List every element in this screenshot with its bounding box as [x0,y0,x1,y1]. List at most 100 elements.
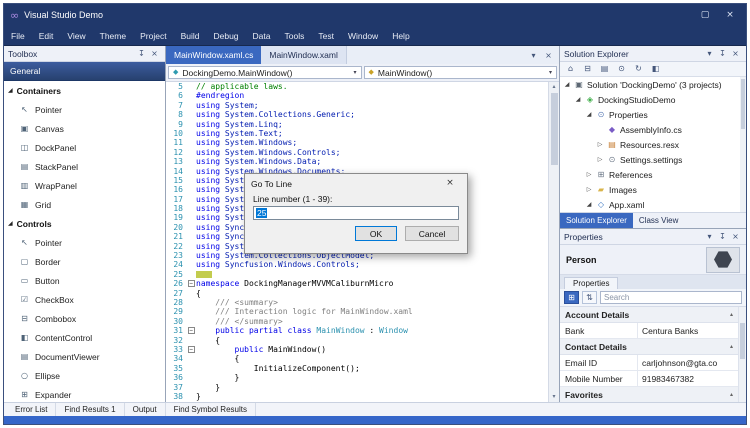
fold-collapse-icon[interactable]: − [188,280,195,287]
bottom-tab-find-symbol-results[interactable]: Find Symbol Results [166,403,256,416]
toolbox-item-button[interactable]: ▭Button [4,271,165,290]
tree-item-properties[interactable]: ◢⊙Properties [560,107,746,122]
toolbox-item-pointer[interactable]: ↖Pointer [4,100,165,119]
toolbox-group-controls[interactable]: ◢Controls [4,214,165,233]
property-section-favorites[interactable]: Favorites▴ [560,387,738,402]
property-section-account-details[interactable]: Account Details▴ [560,307,738,323]
tree-scrollbar[interactable] [740,77,746,212]
property-row-bank[interactable]: BankCentura Banks [560,323,738,339]
member-dropdown[interactable]: ◆ MainWindow() ▾ [364,66,558,79]
toolbox-item-combobox[interactable]: ⊟Combobox [4,309,165,328]
section-collapse-icon[interactable]: ▴ [730,392,733,398]
line-number-input[interactable]: 25 [253,206,459,220]
tree-item-app-xaml[interactable]: ◢◇App.xaml [560,197,746,212]
editor-scrollbar[interactable]: ▴ ▾ [548,82,559,402]
dialog-close-icon[interactable]: × [439,174,461,193]
bottom-tab-output[interactable]: Output [125,403,166,416]
tree-item-images[interactable]: ▷▰Images [560,182,746,197]
chevron-expanded-icon[interactable]: ◢ [585,201,593,208]
toolbox-item-documentviewer[interactable]: ▤DocumentViewer [4,347,165,366]
view-code-icon[interactable]: ◧ [650,65,661,73]
title-bar[interactable]: ∞ Visual Studio Demo ▢ × [4,4,746,26]
toolbox-group-containers[interactable]: ◢Containers [4,81,165,100]
toolbox-item-wrappanel[interactable]: ▥WrapPanel [4,176,165,195]
collapse-all-icon[interactable]: ⊟ [582,65,593,73]
toolbox-item-checkbox[interactable]: ☑CheckBox [4,290,165,309]
section-collapse-icon[interactable]: ▴ [730,312,733,318]
type-dropdown[interactable]: ◆ DockingDemo.MainWindow() ▾ [168,66,362,79]
close-button[interactable]: × [720,8,740,23]
menu-item-view[interactable]: View [60,26,92,45]
selected-object-row[interactable]: Person [560,245,746,275]
property-value[interactable]: carljohnson@gta.co [638,355,738,370]
property-section-contact-details[interactable]: Contact Details▴ [560,339,738,355]
fold-collapse-icon[interactable]: − [188,346,195,353]
close-document-icon[interactable]: × [543,51,554,60]
menu-item-window[interactable]: Window [341,26,385,45]
panel-tab-class-view[interactable]: Class View [633,213,684,228]
properties-scrollbar[interactable] [738,307,746,402]
menu-item-debug[interactable]: Debug [206,26,245,45]
sort-alphabetical-icon[interactable]: ⇅ [582,291,597,304]
close-icon[interactable]: × [729,49,742,58]
dialog-title-bar[interactable]: Go To Line × [245,174,467,193]
fold-collapse-icon[interactable]: − [188,327,195,334]
tab-list-dropdown-icon[interactable]: ▾ [528,51,539,60]
section-collapse-icon[interactable]: ▴ [730,344,733,350]
tab-properties[interactable]: Properties [564,277,618,289]
window-position-icon[interactable]: ▾ [703,49,716,58]
panel-tab-solution-explorer[interactable]: Solution Explorer [560,213,633,228]
chevron-expanded-icon[interactable]: ◢ [574,96,582,103]
refresh-icon[interactable]: ↻ [633,65,644,73]
property-row-mobile-number[interactable]: Mobile Number91983467382 [560,371,738,387]
menu-item-file[interactable]: File [4,26,32,45]
toolbox-item-ellipse[interactable]: ○Ellipse [4,366,165,385]
bottom-tab-error-list[interactable]: Error List [7,403,56,416]
chevron-expanded-icon[interactable]: ◢ [585,111,593,118]
show-all-icon[interactable]: ▤ [599,65,610,73]
close-icon[interactable]: × [729,232,742,241]
tree-item-assemblyinfo-cs[interactable]: ◆AssemblyInfo.cs [560,122,746,137]
pin-icon[interactable]: ↧ [716,232,729,241]
properties-icon[interactable]: ⊙ [616,65,627,73]
scroll-up-icon[interactable]: ▴ [549,82,559,92]
pin-icon[interactable]: ↧ [135,49,148,58]
ok-button[interactable]: OK [355,226,397,241]
scrollbar-thumb[interactable] [551,93,558,165]
menu-item-data[interactable]: Data [246,26,278,45]
editor-tab-mainwindow-xaml[interactable]: MainWindow.xaml [261,46,347,64]
search-input[interactable]: Search [600,291,742,304]
chevron-expanded-icon[interactable]: ◢ [563,81,571,88]
toolbox-item-expander[interactable]: ⊞Expander [4,385,165,402]
toolbox-item-dockpanel[interactable]: ◫DockPanel [4,138,165,157]
property-value[interactable]: Centura Banks [638,323,738,338]
scrollbar-thumb[interactable] [740,323,745,359]
editor-tab-mainwindow-xaml-cs[interactable]: MainWindow.xaml.cs [166,46,261,64]
toolbox-item-contentcontrol[interactable]: ◧ContentControl [4,328,165,347]
toolbox-item-stackpanel[interactable]: ▤StackPanel [4,157,165,176]
bottom-tab-find-results-1[interactable]: Find Results 1 [56,403,124,416]
chevron-collapsed-icon[interactable]: ▷ [596,156,604,163]
toolbox-item-canvas[interactable]: ▣Canvas [4,119,165,138]
toolbox-item-pointer[interactable]: ↖Pointer [4,233,165,252]
menu-item-help[interactable]: Help [385,26,416,45]
property-value[interactable]: 91983467382 [638,371,738,386]
tree-item-dockingstudiodemo[interactable]: ◢◈DockingStudioDemo [560,92,746,107]
scrollbar-thumb[interactable] [741,79,745,129]
tree-item-solution-dockingdemo-3-projects[interactable]: ◢▣Solution 'DockingDemo' (3 projects) [560,77,746,92]
scroll-down-icon[interactable]: ▾ [549,392,559,402]
categorize-icon[interactable]: ⊞ [564,291,579,304]
chevron-collapsed-icon[interactable]: ▷ [585,171,593,178]
window-position-icon[interactable]: ▾ [703,232,716,241]
tree-item-references[interactable]: ▷⊞References [560,167,746,182]
menu-item-tools[interactable]: Tools [278,26,312,45]
menu-item-project[interactable]: Project [133,26,173,45]
toolbox-item-grid[interactable]: ▦Grid [4,195,165,214]
tree-item-resources-resx[interactable]: ▷▤Resources.resx [560,137,746,152]
cancel-button[interactable]: Cancel [405,226,459,241]
maximize-button[interactable]: ▢ [695,8,715,23]
toolbox-item-border[interactable]: ▢Border [4,252,165,271]
menu-item-build[interactable]: Build [174,26,207,45]
menu-item-theme[interactable]: Theme [93,26,133,45]
toolbox-category-general[interactable]: General [4,62,165,81]
